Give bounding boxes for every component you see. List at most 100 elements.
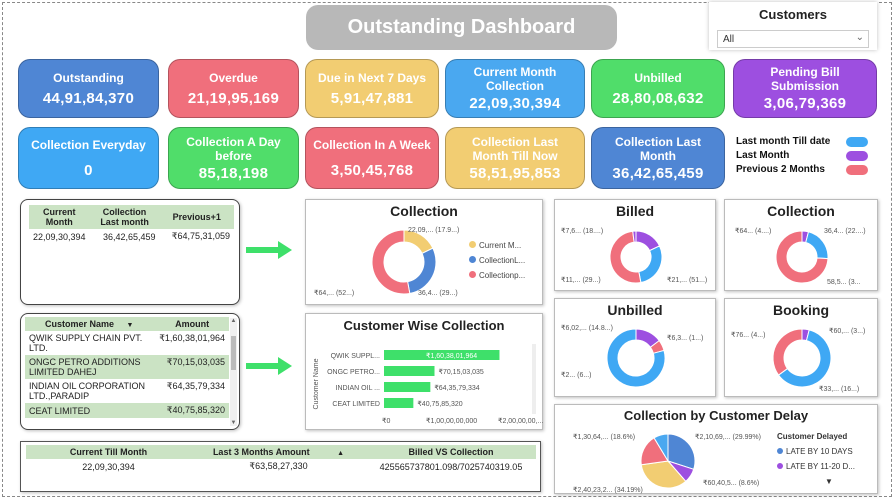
kpi-collection-everyday[interactable]: Collection Everyday 0 (18, 127, 159, 189)
billed-chart-panel: Billed ₹7,6... (18....) ₹11,... (29...) ₹2… (554, 199, 716, 291)
page-title: Outstanding Dashboard (306, 5, 617, 50)
data-label: ₹2,00,00,00,... (498, 417, 543, 425)
column-header[interactable]: Customer Name ▼ (25, 317, 156, 331)
collection-small-donut-chart[interactable]: ₹64... (4....) 36,4... (22....) 58,5... (3… (725, 200, 879, 292)
arrow-right-icon (246, 241, 292, 259)
donut-slice[interactable] (371, 229, 411, 295)
table-row[interactable]: ONGC PETRO ADDITIONS LIMITED DAHEJ ₹70,1… (25, 355, 229, 379)
kpi-due-next-7-days[interactable]: Due in Next 7 Days 5,91,47,881 (305, 59, 439, 118)
kpi-collection-last-month-till-now[interactable]: Collection Last Month Till Now 58,51,95,… (445, 127, 585, 189)
column-header[interactable]: Previous+1 (159, 205, 234, 229)
data-label: QWIK SUPPL... (331, 353, 380, 360)
legend-scroll-down-icon[interactable]: ▼ (777, 474, 855, 489)
donut-slice[interactable] (772, 328, 803, 376)
chevron-down-icon: ⌄ (855, 32, 864, 43)
legend-item[interactable]: LATE BY 10 DAYS (777, 444, 855, 459)
billed-donut-chart[interactable]: ₹7,6... (18....) ₹11,... (29...) ₹21,... (… (555, 200, 717, 292)
column-header[interactable]: Collection Last month (89, 205, 160, 229)
legend-item[interactable]: CollectionL... (469, 253, 525, 268)
bar[interactable] (384, 366, 435, 376)
kpi-outstanding[interactable]: Outstanding 44,91,84,370 (18, 59, 159, 118)
customer-bar-chart[interactable]: Customer Name QWIK SUPPL... ₹1,60,38,01,96… (306, 314, 544, 431)
data-label: ₹11,... (29...) (561, 276, 601, 284)
data-label: ₹2,40,23,2... (34.19%) (573, 486, 643, 494)
kpi-label: Unbilled (634, 70, 682, 85)
legend-item[interactable]: Collectionp... (469, 268, 525, 283)
donut-slice[interactable] (407, 247, 437, 295)
data-label: ₹7,6... (18....) (561, 227, 603, 235)
scrollbar[interactable] (532, 344, 536, 414)
kpi-collection-in-a-week[interactable]: Collection In A Week 3,50,45,768 (305, 127, 439, 189)
bar-value-label: ₹70,15,03,035 (439, 368, 484, 376)
kpi-label: Collection Last Month Till Now (471, 134, 558, 163)
legend-title: Customer Delayed (777, 432, 848, 441)
table-cell: 425565737801.098/7025740319.05 (379, 461, 523, 472)
legend-item: Previous 2 Months (736, 164, 876, 178)
data-label: ₹2,10,69,... (29.99%) (695, 433, 761, 441)
column-header[interactable]: Billed VS Collection (366, 445, 536, 459)
chart-legend: Customer Delayed LATE BY 10 DAYS LATE BY… (777, 429, 855, 489)
data-label: ₹6,02,... (14.8...) (561, 324, 613, 332)
kpi-label: Current Month Collection (473, 65, 557, 93)
customer-table-panel: Customer Name ▼ Amount QWIK SUPPLY CHAIN… (20, 313, 240, 430)
data-label: ₹60,40,5... (8.6%) (703, 479, 759, 487)
kpi-value: 85,18,198 (198, 164, 269, 182)
column-header[interactable]: Last 3 Months Amount ▲ (191, 445, 366, 459)
customers-dropdown[interactable]: All ⌄ (717, 30, 869, 48)
kpi-label: Overdue (209, 70, 258, 85)
bottom-table-panel: Current Till Month Last 3 Months Amount … (20, 441, 541, 492)
bar[interactable] (384, 382, 431, 392)
table-row[interactable]: QWIK SUPPLY CHAIN PVT. LTD. ₹1,60,38,01,… (25, 331, 229, 355)
kpi-collection-a-day-before[interactable]: Collection A Day before 85,18,198 (168, 127, 299, 189)
kpi-label: Pending Bill Submission (770, 65, 840, 93)
customers-slicer[interactable]: Customers All ⌄ (709, 2, 877, 50)
kpi-pending-bill-submission[interactable]: Pending Bill Submission 3,06,79,369 (733, 59, 877, 118)
scrollbar[interactable]: ▲ ▼ (230, 318, 237, 426)
bar[interactable] (384, 398, 414, 408)
table-row[interactable]: CEAT LIMITED ₹40,75,85,320 (25, 403, 229, 418)
kpi-value: 3,50,45,768 (330, 161, 414, 179)
data-label: ₹1,00,00,00,000 (426, 417, 477, 425)
sort-icon[interactable]: ▼ (127, 322, 134, 329)
kpi-unbilled[interactable]: Unbilled 28,80,08,632 (591, 59, 725, 118)
kpi-value: 28,80,08,632 (612, 89, 704, 107)
data-label: ₹6,3... (1...) (667, 334, 703, 342)
booking-chart-panel: Booking ₹76... (4...) ₹60,... (3...) ₹33,.… (724, 298, 878, 397)
period-legend: Last month Till date Last Month Previous… (736, 136, 876, 178)
data-label: ₹33,... (16...) (819, 385, 859, 393)
kpi-value: 21,19,95,169 (187, 89, 280, 107)
slicer-label: Customers (759, 7, 827, 22)
table-cell: ₹64,35,79,334 (166, 381, 225, 391)
data-label: ₹1,30,64,... (18.6%) (573, 433, 635, 441)
sort-icon[interactable]: ▲ (337, 450, 344, 457)
table-row[interactable]: INDIAN OIL CORPORATION LTD.,PARADIP ₹64,… (25, 379, 229, 403)
data-label: ONGC PETRO... (327, 369, 380, 376)
kpi-label: Collection In A Week (313, 137, 431, 152)
bar-value-label: ₹1,60,38,01,964 (426, 352, 477, 360)
legend-item[interactable]: Current M... (469, 238, 525, 253)
customer-wise-chart-panel: Customer Wise Collection Customer Name QW… (305, 313, 543, 430)
arrow-right-icon (246, 357, 292, 375)
kpi-value: 22,09,30,394 (469, 95, 561, 112)
kpi-label: Collection A Day before (186, 134, 281, 163)
kpi-collection-last-month[interactable]: Collection Last Month 36,42,65,459 (591, 127, 725, 189)
data-label: ₹64... (4....) (735, 227, 771, 235)
data-label: 36,4... (22....) (824, 228, 866, 235)
column-header[interactable]: Current Till Month (26, 445, 191, 459)
kpi-value: 36,42,65,459 (612, 164, 704, 182)
unbilled-donut-chart[interactable]: ₹6,02,... (14.8...) ₹6,3... (1...) ₹2... (… (555, 299, 717, 398)
table-cell: ₹70,15,03,035 (166, 357, 225, 367)
kpi-current-month-collection[interactable]: Current Month Collection 22,09,30,394 (445, 59, 585, 118)
kpi-value: 0 (84, 161, 93, 179)
donut-slice[interactable] (805, 231, 829, 260)
legend-item[interactable]: LATE BY 11-20 D... (777, 459, 855, 474)
column-header[interactable]: Current Month (29, 205, 90, 229)
column-header[interactable]: Amount (155, 317, 229, 331)
data-label: INDIAN OIL ... (336, 385, 381, 392)
kpi-overdue[interactable]: Overdue 21,19,95,169 (168, 59, 299, 118)
dropdown-value: All (723, 34, 735, 45)
kpi-label: Outstanding (53, 70, 124, 85)
bottom-table: Current Till Month Last 3 Months Amount … (26, 445, 536, 474)
booking-donut-chart[interactable]: ₹76... (4...) ₹60,... (3...) ₹33,... (16..… (725, 299, 879, 398)
donut-slice[interactable] (638, 245, 663, 284)
